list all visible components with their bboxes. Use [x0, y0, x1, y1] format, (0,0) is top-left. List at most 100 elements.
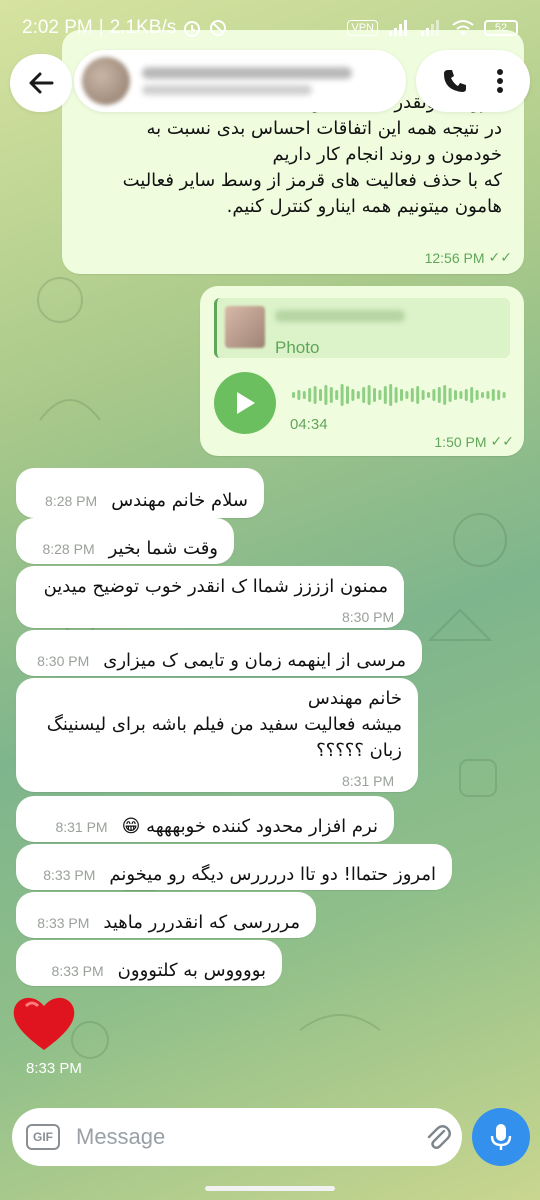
waveform-bar [383, 386, 387, 404]
message-time: 1:50 PM [434, 434, 487, 450]
waveform-bar [459, 391, 463, 399]
waveform-bar [497, 390, 501, 400]
incoming-message[interactable]: وقت شما بخیر 8:28 PM [16, 518, 234, 564]
avatar[interactable] [82, 57, 130, 105]
message-time: 12:56 PM [424, 250, 485, 266]
status-separator: | [98, 17, 104, 38]
microphone-icon [490, 1124, 512, 1150]
incoming-message[interactable]: مرسی از اینهمه زمان و تایمی ک میزاری 8:3… [16, 630, 422, 676]
message-time: 8:31 PM [55, 819, 108, 835]
message-text: ممنون ازززز شماا ک انقدر خوب توضیح میدین [43, 576, 388, 597]
alarm-icon [184, 21, 201, 37]
incoming-message[interactable]: بووووس به کلتووون 8:33 PM [16, 940, 282, 986]
status-time: 2:02 PM [22, 17, 93, 38]
outgoing-voice-message[interactable]: Photo 04:34 1:50 PM ✓✓ [200, 286, 524, 456]
gif-button[interactable]: GIF [26, 1124, 60, 1150]
waveform-bar [437, 387, 441, 403]
waveform-bar [502, 392, 506, 398]
waveform-bar [427, 392, 430, 398]
contact-info-blurred [142, 67, 352, 95]
message-time: 8:30 PM [342, 609, 395, 625]
status-bar: 2:02 PM | 2.1KB/s VPN 52 [0, 0, 540, 56]
read-ticks-icon: ✓✓ [488, 250, 512, 266]
message-line: در نتیجه همه این اتفاقات احساس بدی نسبت … [146, 118, 502, 139]
waveform-bar [470, 387, 474, 403]
reply-photo-thumbnail [225, 306, 265, 348]
voice-record-button[interactable] [472, 1108, 530, 1166]
waveform-bar [313, 386, 317, 404]
waveform-bar [378, 390, 382, 400]
message-composer: GIF [12, 1108, 462, 1166]
read-ticks-icon: ✓✓ [490, 434, 514, 450]
waveform-bar [319, 389, 322, 401]
signal-icon-1 [389, 20, 407, 36]
waveform-bar [356, 391, 360, 399]
message-text: مرسی از اینهمه زمان و تایمی ک میزاری [103, 650, 406, 671]
dnd-icon [210, 20, 227, 36]
waveform-bar [464, 389, 468, 401]
heart-emoji-message[interactable] [12, 994, 76, 1052]
waveform-bar [346, 386, 349, 404]
voice-waveform[interactable] [292, 382, 510, 408]
waveform-bar [308, 388, 312, 402]
reply-label: Photo [275, 338, 320, 357]
contact-status-blurred [142, 85, 312, 95]
back-button[interactable] [10, 54, 72, 112]
waveform-bar [448, 388, 452, 402]
reply-sender-name-blurred [275, 310, 405, 322]
message-time: 8:33 PM [37, 915, 90, 931]
incoming-message[interactable]: مرررسی که انقدررر ماهید 8:33 PM [16, 892, 316, 938]
waveform-bar [340, 384, 344, 406]
waveform-bar [302, 391, 306, 399]
message-line: هامون میتونیم همه اینارو کنترل کنیم. [226, 196, 502, 217]
incoming-message[interactable]: نرم افزار محدود کننده خوبهههه 😁 8:31 PM [16, 796, 394, 842]
phone-icon[interactable] [442, 68, 468, 94]
message-input[interactable] [76, 1124, 396, 1150]
gesture-handle[interactable] [205, 1185, 335, 1191]
incoming-message[interactable]: خانم مهندس میشه فعالیت سفید من فیلم باشه… [16, 678, 418, 792]
incoming-message[interactable]: امروز حتماا! دو تاا دررررس دیگه رو میخون… [16, 844, 452, 890]
contact-name-blurred [142, 67, 352, 79]
message-text: وقت شما بخیر [108, 538, 218, 559]
message-line: که با حذف فعالیت های قرمز از وسط سایر فع… [122, 170, 502, 191]
play-icon [237, 392, 255, 414]
more-vertical-icon[interactable] [496, 68, 504, 94]
message-time: 8:28 PM [42, 541, 95, 557]
waveform-bar [329, 387, 333, 403]
battery-level: 52 [494, 22, 508, 34]
voice-duration: 04:34 [290, 416, 328, 433]
signal-icon-2 [421, 20, 439, 36]
waveform-bar [421, 390, 425, 400]
header-actions [416, 50, 530, 112]
battery-icon: 52 [484, 20, 518, 36]
arrow-left-icon [29, 72, 54, 94]
waveform-bar [486, 391, 490, 399]
waveform-bar [454, 390, 457, 400]
message-meta: 12:56 PM ✓✓ [425, 250, 512, 266]
paperclip-icon[interactable] [424, 1122, 452, 1152]
waveform-bar [443, 385, 447, 405]
waveform-bar [367, 385, 371, 405]
message-time: 8:30 PM [37, 653, 90, 669]
incoming-message[interactable]: سلام خانم مهندس 8:28 PM [16, 468, 264, 518]
waveform-bar [351, 389, 355, 401]
chat-area[interactable]: خروجی اونقدر که باید خوب نیست. در نتیجه … [0, 0, 540, 1100]
incoming-message[interactable]: ممنون ازززز شماا ک انقدر خوب توضیح میدین… [16, 566, 404, 628]
message-line: میشه فعالیت سفید من فیلم باشه برای لیسنی… [46, 714, 402, 735]
waveform-bar [335, 390, 339, 400]
system-nav-bar [0, 1176, 540, 1200]
play-voice-button[interactable] [214, 372, 276, 434]
message-time: 8:33 PM [51, 963, 104, 979]
waveform-bar [394, 387, 398, 403]
waveform-bar [491, 389, 495, 401]
network-speed: 2.1KB/s [109, 17, 177, 38]
message-text: نرم افزار محدود کننده خوبهههه 😁 [121, 816, 378, 837]
message-time: 8:31 PM [342, 773, 395, 789]
waveform-bar [481, 392, 484, 398]
message-text: امروز حتماا! دو تاا دررررس دیگه رو میخون… [109, 864, 436, 885]
waveform-bar [405, 391, 409, 399]
chat-title[interactable] [74, 50, 406, 112]
reply-preview[interactable]: Photo [214, 298, 510, 358]
waveform-bar [432, 389, 436, 401]
message-text: بووووس به کلتووون [117, 960, 266, 981]
